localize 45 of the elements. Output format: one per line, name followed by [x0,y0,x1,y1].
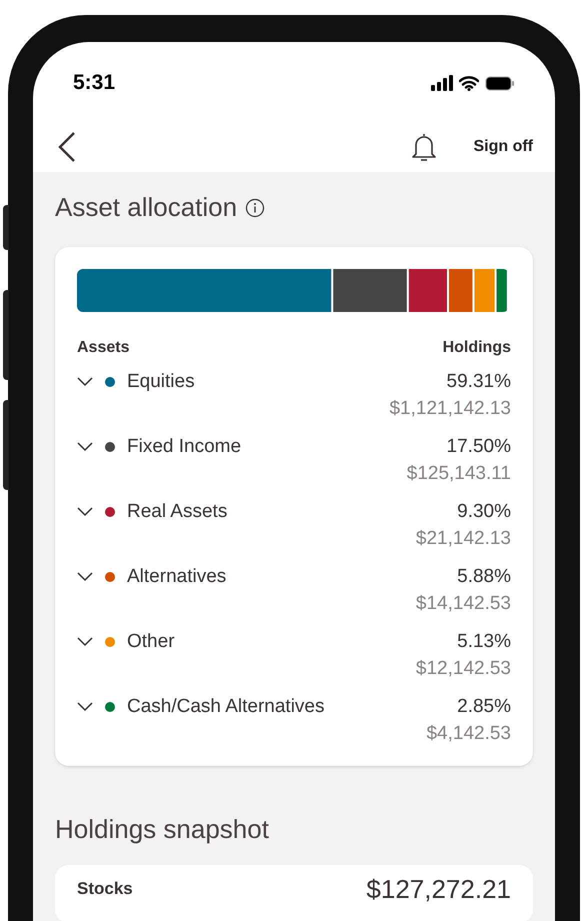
notifications-button[interactable] [411,132,438,162]
status-time: 5:31 [73,70,116,96]
chevron-icon [77,702,93,712]
expand-toggle[interactable] [77,572,93,582]
bell-icon [411,132,438,162]
asset-name: Real Assets [127,500,228,524]
back-icon [57,131,77,163]
asset-amount: $4,142.53 [426,722,511,746]
asset-amount: $21,142.13 [416,527,511,551]
battery-icon [485,76,515,90]
chevron-icon [77,507,93,517]
signal-icon [431,75,453,91]
expand-toggle[interactable] [77,702,93,712]
asset-amount: $1,121,142.13 [389,397,511,421]
holding-value: $127,272.21 [366,875,511,903]
asset-amount: $125,143.11 [406,462,511,486]
asset-name: Equities [127,370,195,394]
expand-toggle[interactable] [77,637,93,647]
asset-name: Other [127,630,175,654]
asset-name: Cash/Cash Alternatives [127,694,324,719]
asset-percent: 59.31% [446,370,511,394]
asset-percent: 2.85% [457,695,511,719]
expand-toggle[interactable] [77,377,93,387]
asset-percent: 5.88% [457,565,511,589]
chevron-icon [77,572,93,582]
asset-percent: 5.13% [457,630,511,654]
expand-toggle[interactable] [77,507,93,517]
sign-off-button[interactable]: Sign off [473,135,533,159]
asset-percent: 17.50% [446,435,511,459]
info-icon[interactable] [245,198,266,218]
asset-amount: $12,142.53 [416,657,511,681]
asset-name: Fixed Income [127,434,242,459]
chevron-icon [77,377,93,387]
wifi-icon [459,76,479,90]
chevron-icon [77,637,93,647]
asset-amount: $14,142.53 [416,592,511,616]
section-title: Asset allocation [55,191,238,224]
column-header: Assets [77,338,130,358]
asset-percent: 9.30% [457,500,511,524]
section-title: Holdings snapshot [55,813,270,846]
column-header: Holdings [442,338,511,358]
asset-name: Alternatives [127,564,226,589]
holding-label: Stocks [77,878,133,900]
expand-toggle[interactable] [77,442,93,452]
chevron-icon [77,442,93,452]
